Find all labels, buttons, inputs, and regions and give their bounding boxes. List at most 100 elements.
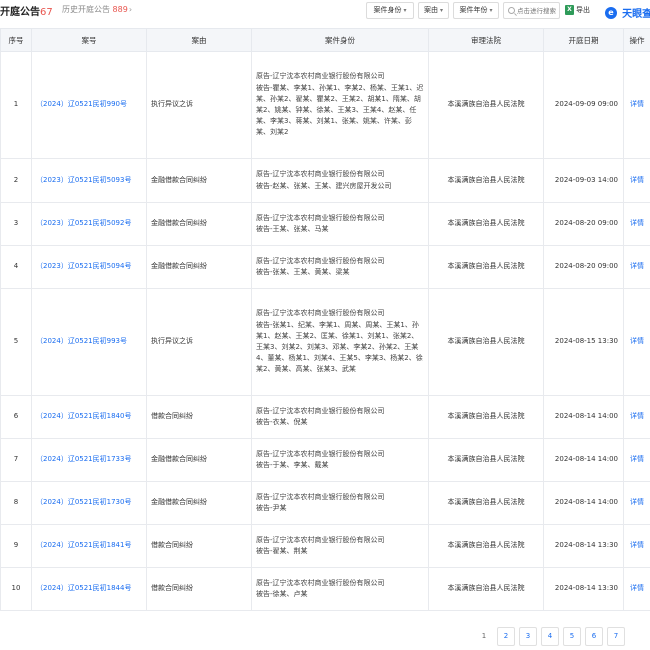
filter-case-cause[interactable]: 案由 ▾ bbox=[418, 2, 449, 19]
col-header-parties: 案件身份 bbox=[251, 28, 429, 52]
details-link[interactable]: 详情 bbox=[623, 51, 650, 159]
row-index: 6 bbox=[0, 395, 32, 439]
defendants: 被告-翟某、荆某 bbox=[256, 547, 308, 555]
table-header-row: 序号 案号 案由 案件身份 审理法院 开庭日期 操作 bbox=[0, 28, 650, 52]
filter-label: 案件身份 bbox=[373, 6, 402, 14]
history-count: 889 bbox=[112, 5, 128, 14]
caret-down-icon: ▾ bbox=[403, 7, 407, 14]
table-row: 6 （2024）辽0521民初1840号 借款合同纠纷 原告-辽宁沈本农村商业银… bbox=[0, 395, 650, 439]
case-number-link[interactable]: （2024）辽0521民初1841号 bbox=[31, 524, 147, 568]
page-6[interactable]: 6 bbox=[585, 627, 603, 646]
case-number-link[interactable]: （2024）辽0521民初1844号 bbox=[31, 567, 147, 611]
plaintiff: 原告-辽宁沈本农村商业银行股份有限公司 bbox=[256, 578, 385, 587]
search-input[interactable] bbox=[517, 4, 560, 17]
table-row: 1 （2024）辽0521民初990号 执行异议之诉 原告-辽宁沈本农村商业银行… bbox=[0, 51, 650, 159]
title-count: 67 bbox=[40, 7, 53, 18]
case-cause: 借款合同纠纷 bbox=[146, 395, 252, 439]
defendants: 被告-张某1、纪某、李某1、周某、周某、王某1、孙某1、赵某、王某2、匡某、徐某… bbox=[256, 320, 423, 374]
col-header-action: 操作 bbox=[623, 28, 650, 52]
defendants: 被告-徐某、卢某 bbox=[256, 590, 308, 598]
row-index: 2 bbox=[0, 158, 32, 203]
case-cause: 借款合同纠纷 bbox=[146, 524, 252, 568]
case-parties: 原告-辽宁沈本农村商业银行股份有限公司 被告-赵某、张某、王某、建兴房屋开发公司 bbox=[251, 158, 429, 203]
table-row: 7 （2024）辽0521民初1733号 金融借款合同纠纷 原告-辽宁沈本农村商… bbox=[0, 438, 650, 482]
details-link[interactable]: 详情 bbox=[623, 288, 650, 396]
case-number-link[interactable]: （2024）辽0521民初990号 bbox=[31, 51, 147, 159]
court-name: 本溪满族自治县人民法院 bbox=[428, 524, 544, 568]
brand-logo: e 天眼查 bbox=[605, 2, 650, 20]
hearing-date: 2024-08-20 09:00 bbox=[543, 245, 624, 289]
court-name: 本溪满族自治县人民法院 bbox=[428, 288, 544, 396]
page-1[interactable]: 1 bbox=[475, 627, 493, 646]
filter-label: 案由 bbox=[423, 6, 438, 14]
court-name: 本溪满族自治县人民法院 bbox=[428, 567, 544, 611]
details-link[interactable]: 详情 bbox=[623, 567, 650, 611]
search-box[interactable] bbox=[503, 2, 560, 19]
case-parties: 原告-辽宁沈本农村商业银行股份有限公司 被告-翟某、荆某 bbox=[251, 524, 429, 568]
court-name: 本溪满族自治县人民法院 bbox=[428, 202, 544, 246]
filter-case-identity[interactable]: 案件身份 ▾ bbox=[366, 2, 414, 19]
row-index: 1 bbox=[0, 51, 32, 159]
caret-down-icon: ▾ bbox=[489, 7, 493, 14]
col-header-cause: 案由 bbox=[146, 28, 252, 52]
title-text: 开庭公告 bbox=[0, 7, 40, 18]
case-cause: 执行异议之诉 bbox=[146, 288, 252, 396]
pagination: 1234567 bbox=[475, 627, 629, 647]
table-row: 2 （2023）辽0521民初5093号 金融借款合同纠纷 原告-辽宁沈本农村商… bbox=[0, 158, 650, 203]
page-3[interactable]: 3 bbox=[519, 627, 537, 646]
filter-case-year[interactable]: 案件年份 ▾ bbox=[453, 2, 499, 19]
case-number-link[interactable]: （2024）辽0521民初1730号 bbox=[31, 481, 147, 525]
defendants: 被告-尹某 bbox=[256, 504, 287, 512]
defendants: 被告-于某、李某、戴某 bbox=[256, 461, 329, 469]
case-cause: 金融借款合同纠纷 bbox=[146, 245, 252, 289]
chevron-right-icon: › bbox=[128, 5, 133, 14]
plaintiff: 原告-辽宁沈本农村商业银行股份有限公司 bbox=[256, 535, 385, 544]
case-parties: 原告-辽宁沈本农村商业银行股份有限公司 被告-张某1、纪某、李某1、周某、周某、… bbox=[251, 288, 429, 396]
export-button[interactable]: X 导出 bbox=[565, 2, 597, 19]
details-link[interactable]: 详情 bbox=[623, 524, 650, 568]
page-5[interactable]: 5 bbox=[563, 627, 581, 646]
col-header-court: 审理法院 bbox=[428, 28, 544, 52]
case-number-link[interactable]: （2024）辽0521民初1840号 bbox=[31, 395, 147, 439]
table-row: 5 （2024）辽0521民初993号 执行异议之诉 原告-辽宁沈本农村商业银行… bbox=[0, 288, 650, 396]
row-index: 10 bbox=[0, 567, 32, 611]
case-number-link[interactable]: （2024）辽0521民初993号 bbox=[31, 288, 147, 396]
hearing-date: 2024-08-14 14:00 bbox=[543, 395, 624, 439]
table-row: 8 （2024）辽0521民初1730号 金融借款合同纠纷 原告-辽宁沈本农村商… bbox=[0, 481, 650, 525]
row-index: 7 bbox=[0, 438, 32, 482]
defendants: 被告-瞿某、李某1、孙某1、李某2、杨某、王某1、迟某、孙某2、翟某、瞿某2、王… bbox=[256, 83, 424, 137]
excel-icon: X bbox=[565, 5, 574, 15]
page-2[interactable]: 2 bbox=[497, 627, 515, 646]
defendants: 被告-张某、王某、黄某、梁某 bbox=[256, 268, 350, 276]
hearing-date: 2024-08-14 13:30 bbox=[543, 524, 624, 568]
hearing-table: 序号 案号 案由 案件身份 审理法院 开庭日期 操作 1 （2024）辽0521… bbox=[0, 28, 650, 611]
case-number-link[interactable]: （2023）辽0521民初5094号 bbox=[31, 245, 147, 289]
export-label: 导出 bbox=[576, 6, 590, 14]
case-parties: 原告-辽宁沈本农村商业银行股份有限公司 被告-张某、王某、黄某、梁某 bbox=[251, 245, 429, 289]
court-name: 本溪满族自治县人民法院 bbox=[428, 481, 544, 525]
details-link[interactable]: 详情 bbox=[623, 395, 650, 439]
details-link[interactable]: 详情 bbox=[623, 481, 650, 525]
plaintiff: 原告-辽宁沈本农村商业银行股份有限公司 bbox=[256, 213, 385, 222]
details-link[interactable]: 详情 bbox=[623, 438, 650, 482]
case-number-link[interactable]: （2024）辽0521民初1733号 bbox=[31, 438, 147, 482]
row-index: 4 bbox=[0, 245, 32, 289]
plaintiff: 原告-辽宁沈本农村商业银行股份有限公司 bbox=[256, 492, 385, 501]
details-link[interactable]: 详情 bbox=[623, 202, 650, 246]
details-link[interactable]: 详情 bbox=[623, 158, 650, 203]
case-number-link[interactable]: （2023）辽0521民初5092号 bbox=[31, 202, 147, 246]
page-7[interactable]: 7 bbox=[607, 627, 625, 646]
page-4[interactable]: 4 bbox=[541, 627, 559, 646]
header-bar: 开庭公告67 历史开庭公告 889› 案件身份▾ 案由▾ 案件年份▾ X导出 e… bbox=[0, 0, 650, 22]
case-number-link[interactable]: （2023）辽0521民初5093号 bbox=[31, 158, 147, 203]
hearing-date: 2024-08-15 13:30 bbox=[543, 288, 624, 396]
row-index: 3 bbox=[0, 202, 32, 246]
table-row: 10 （2024）辽0521民初1844号 借款合同纠纷 原告-辽宁沈本农村商业… bbox=[0, 567, 650, 611]
case-parties: 原告-辽宁沈本农村商业银行股份有限公司 被告-尹某 bbox=[251, 481, 429, 525]
case-cause: 金融借款合同纠纷 bbox=[146, 481, 252, 525]
table-row: 3 （2023）辽0521民初5092号 金融借款合同纠纷 原告-辽宁沈本农村商… bbox=[0, 202, 650, 246]
court-name: 本溪满族自治县人民法院 bbox=[428, 438, 544, 482]
history-link[interactable]: 历史开庭公告 889› bbox=[62, 4, 132, 15]
plaintiff: 原告-辽宁沈本农村商业银行股份有限公司 bbox=[256, 72, 385, 81]
details-link[interactable]: 详情 bbox=[623, 245, 650, 289]
